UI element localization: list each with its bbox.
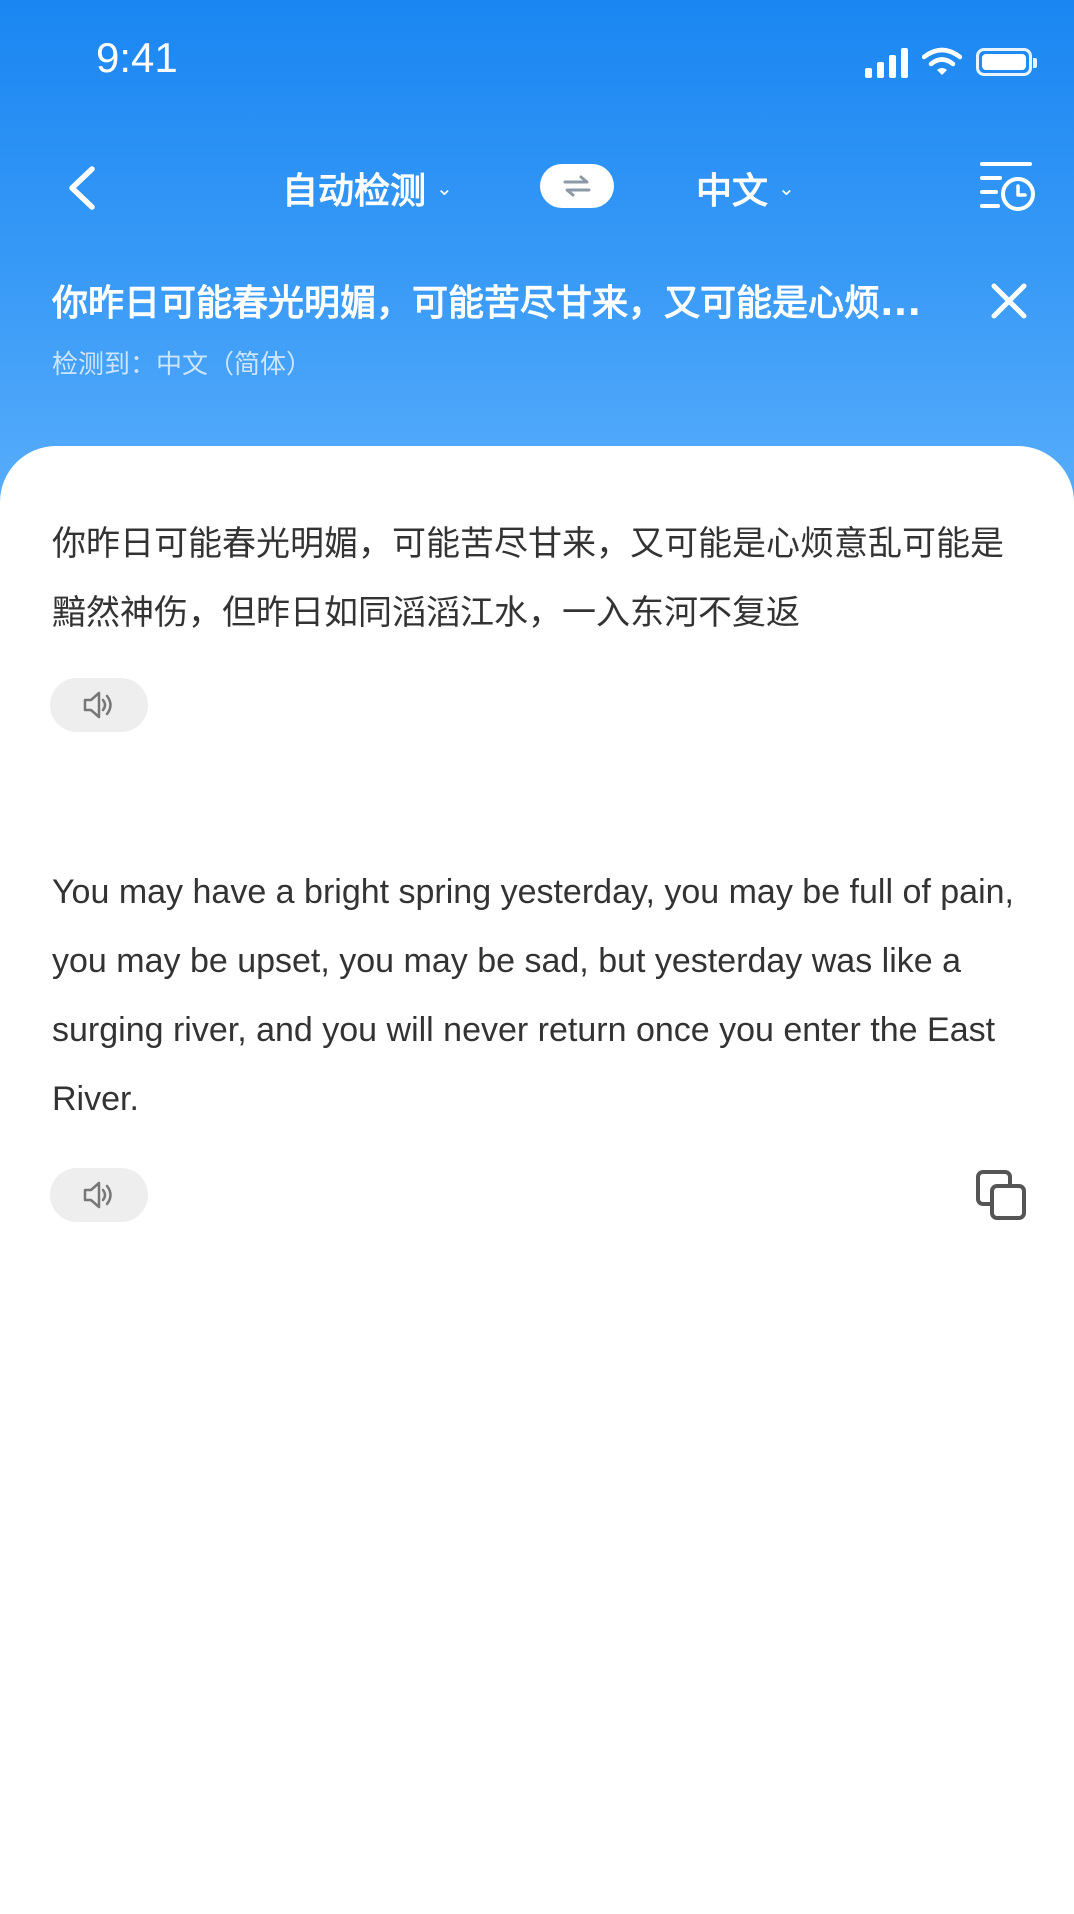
cellular-signal-icon bbox=[865, 46, 908, 78]
wifi-icon bbox=[922, 47, 962, 75]
content-card bbox=[0, 446, 1074, 1914]
swap-language-button[interactable] bbox=[540, 164, 614, 208]
speaker-icon bbox=[83, 691, 112, 719]
source-language-label: 自动检测 bbox=[282, 171, 427, 212]
history-clock-icon bbox=[980, 162, 1035, 211]
clear-input-button[interactable] bbox=[984, 276, 1034, 326]
status-icons bbox=[865, 46, 1037, 78]
battery-icon bbox=[976, 48, 1037, 76]
chevron-down-icon: ⌄ bbox=[436, 176, 453, 200]
source-text: 你昨日可能春光明媚，可能苦尽甘来，又可能是心烦意乱可能是黯然神伤，但昨日如同滔滔… bbox=[52, 524, 1004, 633]
play-source-audio-button[interactable] bbox=[50, 678, 148, 732]
close-icon bbox=[991, 283, 1027, 319]
translation-screen: 9:41 自动检测 ⌄ 中文 ⌄ 你昨日可能春光明媚，可能苦尽甘来，又可能是心烦… bbox=[0, 0, 1074, 1914]
speaker-icon bbox=[83, 1181, 112, 1209]
swap-icon bbox=[563, 175, 591, 197]
play-translation-audio-button[interactable] bbox=[50, 1168, 148, 1222]
chevron-left-icon bbox=[69, 166, 95, 210]
source-summary-text: 你昨日可能春光明媚，可能苦尽甘来，又可能是心烦... bbox=[52, 283, 922, 324]
translation-result-text: You may have a bright spring yesterday, … bbox=[52, 873, 1014, 1118]
target-language-selector[interactable]: 中文 ⌄ bbox=[696, 160, 795, 216]
history-button[interactable] bbox=[978, 156, 1038, 216]
chevron-down-icon: ⌄ bbox=[778, 176, 795, 200]
back-button[interactable] bbox=[58, 160, 106, 216]
status-time: 9:41 bbox=[96, 34, 178, 81]
copy-icon bbox=[976, 1170, 1026, 1220]
target-language-label: 中文 bbox=[696, 171, 769, 212]
source-language-selector[interactable]: 自动检测 ⌄ bbox=[282, 160, 453, 216]
copy-translation-button[interactable] bbox=[974, 1168, 1030, 1224]
detected-language-label: 检测到：中文（简体） bbox=[52, 350, 313, 380]
